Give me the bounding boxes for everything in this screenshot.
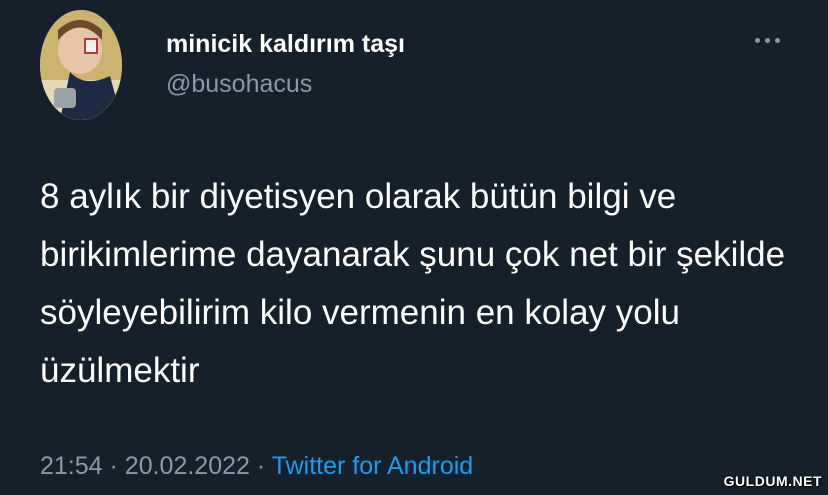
display-name[interactable]: minicik kaldırım taşı: [166, 30, 405, 59]
avatar-image: [40, 10, 122, 120]
tweet-source-link[interactable]: Twitter for Android: [272, 452, 473, 480]
meta-separator: ·: [256, 452, 266, 480]
tweet-card: minicik kaldırım taşı @busohacus 8 aylık…: [0, 0, 828, 495]
tweet-meta: 21:54 · 20.02.2022 · Twitter for Android: [40, 452, 473, 481]
tweet-time[interactable]: 21:54: [40, 452, 103, 480]
tweet-text: 8 aylık bir diyetisyen olarak bütün bilg…: [40, 177, 786, 390]
tweet-date[interactable]: 20.02.2022: [125, 452, 250, 480]
more-icon[interactable]: [752, 30, 786, 50]
meta-separator: ·: [109, 452, 118, 480]
watermark: GULDUM.NET: [723, 473, 822, 489]
avatar[interactable]: [40, 10, 122, 120]
user-handle[interactable]: @busohacus: [166, 70, 312, 99]
